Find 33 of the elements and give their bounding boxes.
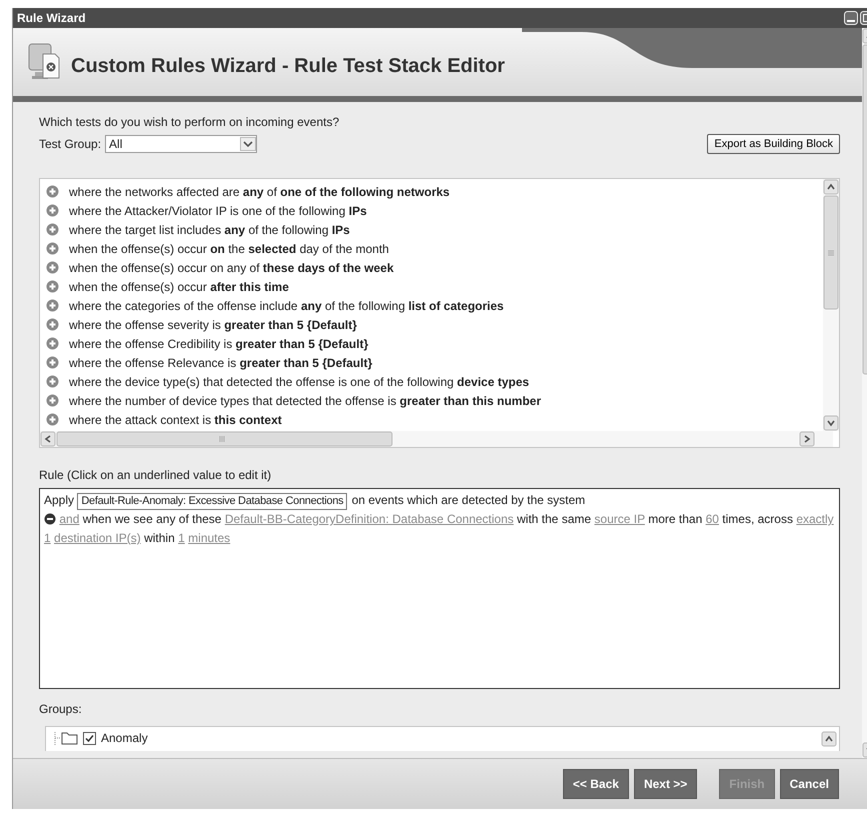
test-item[interactable]: where the attack context is this context bbox=[69, 412, 282, 426]
test-item[interactable]: where the Attacker/Violator IP is one of the following IPs bbox=[69, 204, 367, 218]
rule-text: more than bbox=[648, 512, 702, 526]
test-item[interactable]: where the device type(s) that detected the offense is one of the following device types bbox=[69, 374, 530, 388]
question-text: Which tests do you wish to perform on incoming events? bbox=[39, 115, 340, 129]
window-title: Rule Wizard bbox=[17, 11, 87, 25]
test-item[interactable]: where the offense severity is greater than 5 {Default} bbox=[69, 318, 357, 332]
export-button[interactable]: Export as Building Block bbox=[707, 134, 840, 154]
wizard-button[interactable]: << Back bbox=[562, 769, 629, 799]
rule-text: on events which are detected by the system bbox=[352, 493, 586, 507]
field-label: Test Group: bbox=[39, 137, 102, 151]
rule-text: times, across bbox=[722, 512, 793, 526]
section-label: Groups: bbox=[39, 702, 83, 716]
test-item[interactable]: when the offense(s) occur on any of these days of the week bbox=[69, 260, 394, 274]
wizard-button[interactable]: Cancel bbox=[780, 769, 839, 799]
rule-text: with the same bbox=[517, 512, 592, 526]
test-item[interactable]: when the offense(s) occur on the selected day of the month bbox=[69, 242, 389, 256]
rule-text: Apply bbox=[44, 493, 74, 507]
page-title: Custom Rules Wizard - Rule Test Stack Editor bbox=[71, 54, 505, 78]
test-item[interactable]: where the networks affected are any of one of the following networks bbox=[69, 184, 450, 198]
section-label: Rule (Click on an underlined value to edit it) bbox=[39, 468, 272, 482]
rule-text: when we see any of these bbox=[82, 512, 222, 526]
test-group-dropdown[interactable]: All bbox=[105, 135, 258, 153]
rule-name-field[interactable]: Default-Rule-Anomaly: Excessive Database Connections bbox=[77, 493, 348, 510]
test-item[interactable]: where the target list includes any of the following IPs bbox=[69, 222, 350, 236]
rule-text: within bbox=[144, 531, 175, 545]
test-item[interactable]: when the offense(s) occur after this time bbox=[69, 280, 289, 294]
test-item[interactable]: where the offense Credibility is greater than 5 {Default} bbox=[69, 336, 368, 350]
wizard-button[interactable]: Next >> bbox=[634, 769, 698, 799]
test-item[interactable]: where the number of device types that detected the offense is greater than this number bbox=[69, 394, 542, 408]
group-label: Anomaly bbox=[101, 731, 148, 745]
test-item[interactable]: where the categories of the offense include any of the following list of categories bbox=[69, 298, 504, 312]
test-item[interactable]: where the offense Relevance is greater than 5 {Default} bbox=[69, 356, 372, 370]
